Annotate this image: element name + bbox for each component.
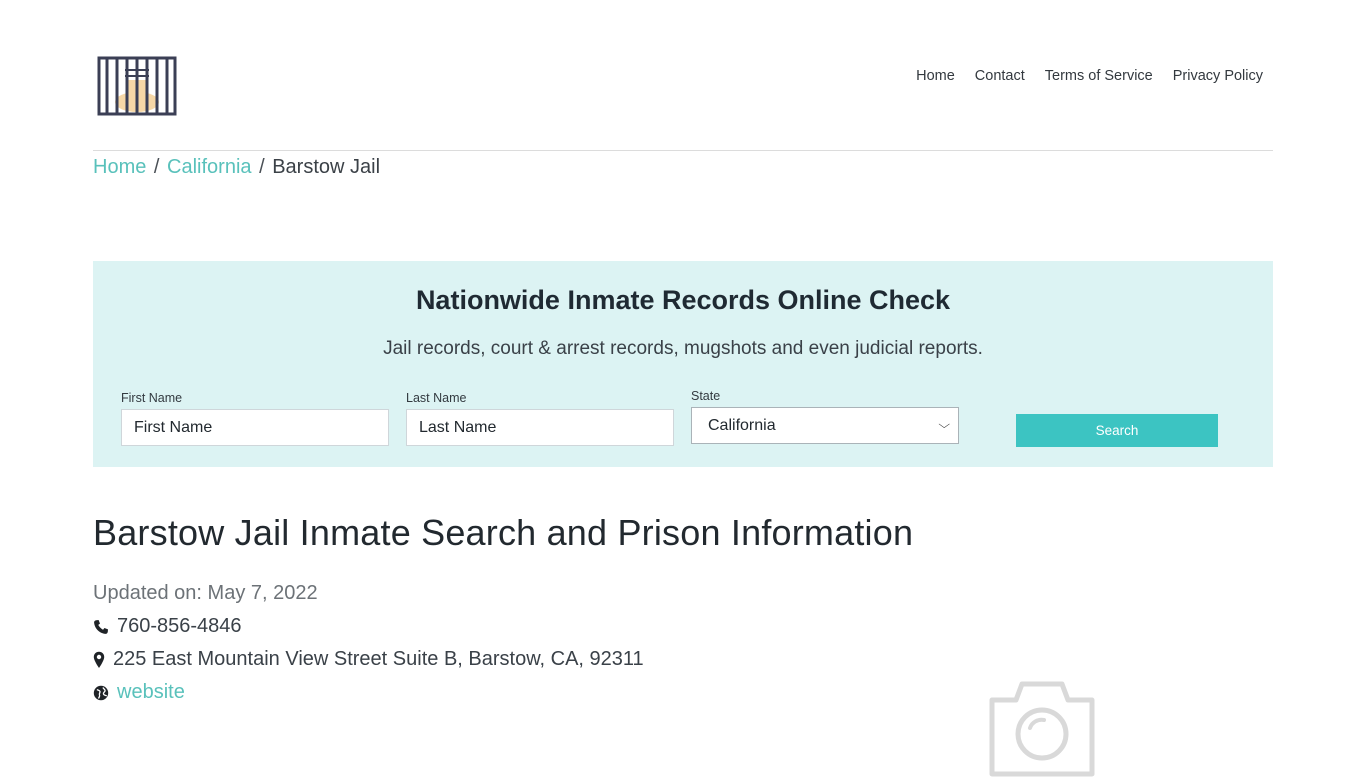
search-button[interactable]: Search [1016, 414, 1218, 447]
search-panel-title: Nationwide Inmate Records Online Check [415, 285, 951, 315]
nav-home[interactable]: Home [916, 68, 955, 84]
phone-number: 760-856-4846 [117, 615, 242, 637]
camera-placeholder-icon [989, 681, 1095, 777]
state-selected-value: California [708, 416, 776, 434]
first-name-group: First Name [121, 391, 389, 446]
last-name-input[interactable] [406, 409, 674, 446]
website-link[interactable]: website [117, 681, 185, 704]
breadcrumb-current: Barstow Jail [272, 156, 381, 178]
site-header: Home Contact Terms of Service Privacy Po… [93, 0, 1273, 151]
last-name-group: Last Name [406, 391, 674, 446]
main-nav: Home Contact Terms of Service Privacy Po… [916, 68, 1263, 84]
breadcrumb-california[interactable]: California [167, 156, 251, 178]
breadcrumb-home[interactable]: Home [93, 156, 146, 178]
updated-date: Updated on: May 7, 2022 [93, 582, 318, 604]
nav-contact[interactable]: Contact [975, 68, 1025, 84]
nav-privacy-policy[interactable]: Privacy Policy [1173, 68, 1263, 84]
breadcrumb: Home / California / Barstow Jail [93, 156, 1273, 179]
page-title: Barstow Jail Inmate Search and Prison In… [93, 512, 914, 553]
jail-cell-logo[interactable] [97, 56, 177, 116]
first-name-input[interactable] [121, 409, 389, 446]
chevron-down-icon: ⌵ [937, 419, 950, 431]
breadcrumb-separator: / [259, 156, 265, 178]
first-name-label: First Name [121, 391, 183, 405]
address-line: 225 East Mountain View Street Suite B, B… [93, 648, 1273, 671]
address-text: 225 East Mountain View Street Suite B, B… [113, 648, 644, 670]
state-select[interactable]: California ⌵ [691, 407, 959, 444]
phone-line: 760-856-4846 [93, 615, 1273, 638]
state-group: State California ⌵ [691, 389, 959, 444]
last-name-label: Last Name [406, 391, 467, 405]
breadcrumb-separator: / [153, 156, 160, 178]
map-marker-icon [93, 651, 105, 668]
page: Home Contact Terms of Service Privacy Po… [93, 0, 1273, 704]
search-panel-subtitle: Jail records, court & arrest records, mu… [383, 338, 983, 359]
state-label: State [691, 389, 721, 403]
nav-terms-of-service[interactable]: Terms of Service [1045, 68, 1153, 84]
phone-icon [94, 619, 108, 634]
search-panel: Nationwide Inmate Records Online Check J… [93, 261, 1273, 467]
globe-icon [93, 685, 109, 700]
